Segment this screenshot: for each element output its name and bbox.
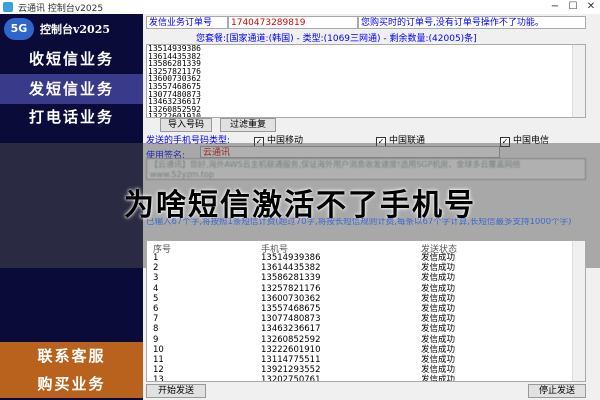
table-scrollbar[interactable]	[572, 241, 585, 381]
cell-no: 1	[153, 253, 159, 263]
cell-no: 8	[153, 324, 159, 335]
cell-phone: 13077480873	[261, 314, 321, 325]
table-row[interactable]: 13 13202750761 发信成功	[147, 375, 575, 382]
cell-phone: 13557468675	[261, 304, 321, 314]
cell-status: 发信成功	[421, 375, 456, 382]
cell-no: 3	[153, 273, 159, 284]
cell-status: 发信成功	[421, 314, 456, 325]
number-line: 13600730362	[148, 74, 201, 84]
cell-no: 4	[153, 283, 159, 294]
maximize-button[interactable]: ☐	[564, 0, 582, 14]
table-row[interactable]: 4 13257821176 发信成功	[147, 284, 575, 294]
cell-no: 6	[153, 304, 159, 314]
table-row[interactable]: 11 13114775511 发信成功	[147, 355, 575, 365]
cell-status: 发信成功	[421, 283, 456, 294]
window-title: 云通讯 控制台v2025	[18, 4, 104, 14]
logo: 5G 控制台v2025	[0, 14, 143, 44]
sidebar-item-call[interactable]: 打电话业务	[0, 102, 143, 132]
table-row[interactable]: 6 13557468675 发信成功	[147, 304, 575, 314]
filter-duplicates-button[interactable]: 过滤重复	[220, 118, 276, 132]
order-input[interactable]: 1740473289819	[228, 16, 358, 29]
cell-status: 发信成功	[421, 304, 456, 314]
number-line: 13586281339	[148, 59, 201, 69]
order-hint: 您购买时的订单号,没有订单号操作不了功能。	[358, 16, 586, 29]
title-bar: 云通讯 控制台v2025 − ☐ ✕	[0, 0, 600, 15]
logo-text: 控制台v2025	[40, 23, 111, 36]
char-counter: 已输入67个字,将按照1条短信计费(超过70字,将按长短信规则计费,每条以67个…	[146, 218, 572, 227]
table-row[interactable]: 2 13614435382 发信成功	[147, 263, 575, 273]
sidebar-item-receive-sms[interactable]: 收短信业务	[0, 44, 143, 74]
contact-support-button[interactable]: 联系客服	[0, 342, 143, 370]
cell-no: 7	[153, 314, 159, 325]
cell-status: 发信成功	[421, 344, 456, 355]
send-table: 序号 手机号 发送状态 1 13514939386 发信成功 2 13614435382…	[146, 240, 586, 382]
number-line: 13257821176	[148, 66, 201, 76]
buy-service-button[interactable]: 购买业务	[0, 370, 143, 398]
cell-status: 发信成功	[421, 334, 456, 345]
table-row[interactable]: 10 13222601910 发信成功	[147, 345, 575, 355]
number-list[interactable]: 13514939386 13614435382 13586281339 1325782…	[146, 44, 586, 118]
cell-phone: 13463236617	[261, 324, 321, 335]
cell-phone: 13921293552	[261, 365, 321, 376]
cell-phone: 13222601910	[261, 344, 321, 355]
cell-no: 5	[153, 293, 159, 304]
number-lines: 13514939386 13614435382 13586281339 1325782…	[148, 44, 585, 118]
app-icon	[3, 2, 13, 12]
package-info: 您套餐:[国家通道:(韩国) - 类型:(1069三网通) - 剩余数量:(42…	[196, 34, 477, 44]
cell-no: 12	[153, 365, 164, 376]
scrollbar[interactable]	[572, 45, 585, 117]
number-line: 13260852592	[148, 104, 201, 114]
number-line: 13614435382	[148, 51, 201, 61]
number-line: 13514939386	[148, 44, 201, 53]
table-row[interactable]: 7 13077480873 发信成功	[147, 314, 575, 324]
logo-badge: 5G	[4, 18, 34, 40]
start-send-button[interactable]: 开始发送	[146, 384, 206, 398]
number-line: 13222601910	[148, 112, 201, 118]
cell-phone: 13257821176	[261, 283, 321, 294]
cell-phone: 13260852592	[261, 334, 321, 345]
cell-status: 发信成功	[421, 365, 456, 376]
table-row[interactable]: 3 13586281339 发信成功	[147, 273, 575, 283]
order-label: 发信业务订单号	[146, 16, 228, 29]
cell-phone: 13514939386	[261, 253, 321, 263]
table-row[interactable]: 9 13260852592 发信成功	[147, 335, 575, 345]
cell-phone: 13202750761	[261, 375, 321, 382]
table-row[interactable]: 12 13921293552 发信成功	[147, 365, 575, 375]
cell-status: 发信成功	[421, 263, 456, 274]
stop-send-button[interactable]: 停止发送	[528, 384, 586, 398]
cell-no: 10	[153, 344, 164, 355]
cell-no: 11	[153, 355, 164, 365]
number-line: 13557468675	[148, 81, 201, 91]
cell-no: 2	[153, 263, 159, 274]
table-row[interactable]: 8 13463236617 发信成功	[147, 324, 575, 334]
cell-status: 发信成功	[421, 293, 456, 304]
cell-status: 发信成功	[421, 324, 456, 335]
cell-no: 9	[153, 334, 159, 345]
cell-phone: 13600730362	[261, 293, 321, 304]
number-line: 13077480873	[148, 89, 201, 99]
table-row[interactable]: 5 13600730362 发信成功	[147, 294, 575, 304]
cell-phone: 13114775511	[261, 355, 321, 365]
cell-status: 发信成功	[421, 273, 456, 284]
cell-status: 发信成功	[421, 253, 456, 263]
import-numbers-button[interactable]: 导入号码	[160, 118, 212, 132]
cell-phone: 13586281339	[261, 273, 321, 284]
sidebar-item-send-sms[interactable]: 发短信业务	[0, 74, 143, 104]
number-line: 13463236617	[148, 97, 201, 107]
cell-status: 发信成功	[421, 355, 456, 365]
minimize-button[interactable]: −	[546, 0, 564, 14]
cell-no: 13	[153, 375, 164, 382]
close-button[interactable]: ✕	[582, 0, 600, 14]
cell-phone: 13614435382	[261, 263, 321, 274]
table-row[interactable]: 1 13514939386 发信成功	[147, 253, 575, 263]
